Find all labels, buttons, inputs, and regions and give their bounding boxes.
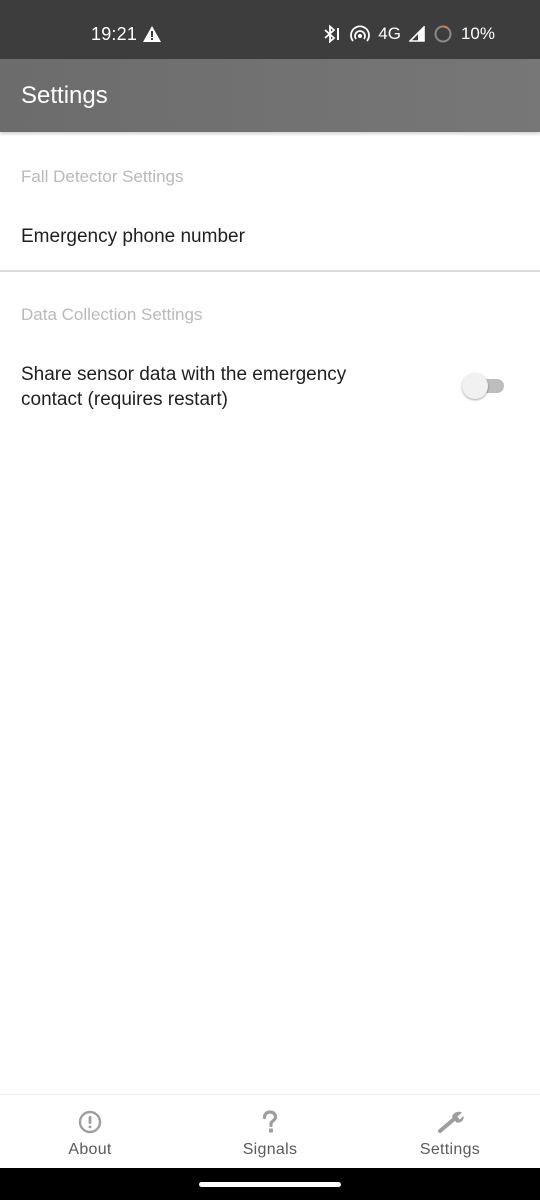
home-gesture-handle[interactable] bbox=[199, 1182, 341, 1187]
share-sensor-data-toggle[interactable] bbox=[462, 372, 506, 400]
status-time: 19:21 bbox=[91, 24, 138, 44]
nav-item-about[interactable]: About bbox=[0, 1095, 180, 1169]
share-sensor-data-pref[interactable]: Share sensor data with the emergency con… bbox=[0, 350, 540, 424]
app-bar: Settings bbox=[0, 59, 540, 132]
status-indicators: 4G 10% bbox=[322, 21, 495, 47]
settings-screen: 19:21 4G 10% Settings Fall Detector Sett… bbox=[0, 0, 540, 1200]
hotspot-icon bbox=[350, 25, 371, 43]
cellular-signal-icon bbox=[408, 26, 425, 42]
toggle-thumb bbox=[462, 373, 488, 399]
battery-icon bbox=[433, 24, 453, 44]
battery-level: 10% bbox=[460, 24, 495, 43]
nav-label-settings: Settings bbox=[419, 1141, 481, 1158]
system-navigation-bar bbox=[0, 1168, 540, 1200]
category-data-collection: Data Collection Settings bbox=[21, 305, 203, 324]
bluetooth-icon bbox=[322, 25, 342, 43]
category-fall-detector: Fall Detector Settings bbox=[21, 167, 184, 186]
pref-title-line1: Share sensor data with the emergency bbox=[21, 364, 347, 385]
emergency-phone-number-pref[interactable]: Emergency phone number bbox=[0, 205, 540, 269]
info-icon bbox=[77, 1109, 103, 1135]
wrench-icon bbox=[437, 1109, 464, 1135]
nav-label-signals: Signals bbox=[242, 1141, 298, 1158]
bottom-navigation: About Signals Settings bbox=[0, 1094, 540, 1169]
warning-icon bbox=[143, 26, 161, 47]
page-title: Settings bbox=[21, 82, 108, 109]
nav-item-signals[interactable]: Signals bbox=[180, 1095, 360, 1169]
status-bar: 19:21 4G 10% bbox=[0, 0, 540, 59]
section-divider bbox=[0, 270, 540, 272]
pref-title: Emergency phone number bbox=[21, 226, 245, 247]
network-type: 4G bbox=[378, 24, 401, 43]
nav-label-about: About bbox=[68, 1141, 112, 1158]
nav-item-settings[interactable]: Settings bbox=[360, 1095, 540, 1169]
question-icon bbox=[257, 1109, 283, 1135]
pref-title-line2: contact (requires restart) bbox=[21, 389, 228, 410]
